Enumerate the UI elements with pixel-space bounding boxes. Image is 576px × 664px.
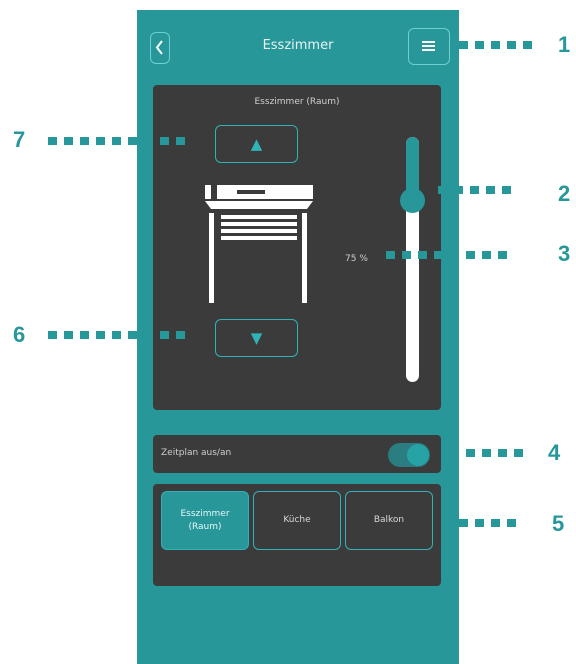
room-tab-esszimmer[interactable]: Esszimmer (Raum) [161,491,249,550]
shutter-up-button[interactable]: ▲ [215,125,298,163]
shutter-control-panel: Esszimmer (Raum) ▲ ▼ 75 % [153,85,441,410]
callout-leader-3 [386,251,507,259]
slider-handle[interactable] [400,188,425,213]
menu-button[interactable] [408,28,450,65]
shutter-down-button[interactable]: ▼ [215,319,298,357]
callout-leader-5 [443,519,516,527]
callout-number-3: 3 [558,241,571,266]
slider-value-label: 75 % [345,254,368,264]
shutter-position-slider[interactable] [400,137,425,382]
room-selector-panel: Esszimmer (Raum) Küche Balkon [153,484,441,586]
callout-number-2: 2 [558,181,571,206]
callout-leader-6 [48,331,185,339]
toggle-knob [407,444,429,466]
schedule-toggle[interactable] [388,443,430,467]
schedule-label: Zeitplan aus/an [161,448,232,458]
room-label: Esszimmer (Raum) [254,97,340,107]
schedule-row: Zeitplan aus/an [153,435,441,473]
callout-leader-7 [48,137,185,145]
callout-number-5: 5 [552,511,565,536]
callout-number-4: 4 [548,440,561,465]
roller-shutter-icon [205,185,313,303]
room-tab-kueche[interactable]: Küche [253,491,341,550]
callout-leader-2 [438,186,511,194]
triangle-up-icon: ▲ [250,135,263,153]
triangle-down-icon: ▼ [250,329,263,347]
callout-number-6: 6 [13,322,26,347]
callout-number-7: 7 [13,127,26,152]
callout-leader-1 [459,41,532,49]
callout-number-1: 1 [558,32,571,57]
hamburger-menu-icon [422,41,435,51]
callout-leader-4 [450,449,523,457]
room-tab-balkon[interactable]: Balkon [345,491,433,550]
app-screen: Esszimmer Esszimmer (Raum) ▲ ▼ 75 % Zeit… [137,10,459,664]
